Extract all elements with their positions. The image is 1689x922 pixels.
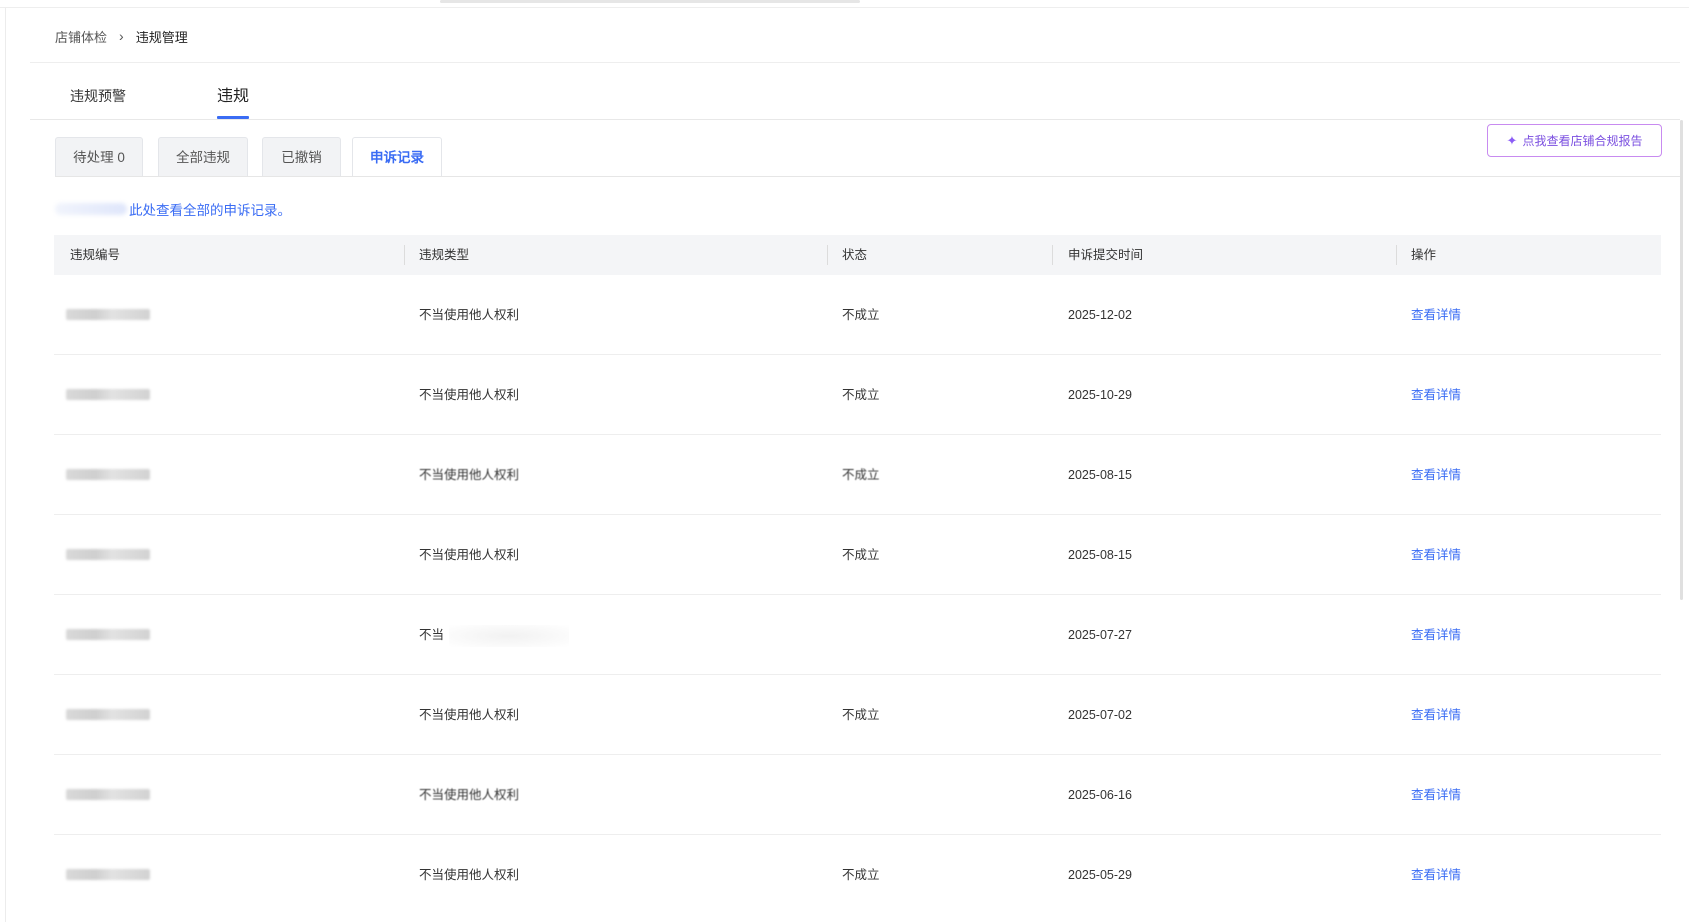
tab-violation-warning[interactable]: 违规预警 [70,86,126,106]
table-row: 不当使用他人权利 2025-06-16 查看详情 [54,755,1661,835]
appeal-status: 不成立 [842,308,880,322]
breadcrumb: 店铺体检 › 违规管理 [55,24,188,48]
header-status: 状态 [842,248,868,262]
page: 店铺体检 › 违规管理 违规预警 违规 待处理 0 全部违规 已撤销 申诉记录 … [0,0,1689,922]
view-details-link[interactable]: 查看详情 [1411,835,1461,883]
breadcrumb-divider [30,62,1680,63]
table-row: 不当使用他人权利 不成立 2025-10-29 查看详情 [54,355,1661,435]
compliance-report-button[interactable]: ✦ 点我查看店铺合规报告 [1487,124,1662,157]
vertical-scrollbar[interactable] [1680,120,1683,600]
top-scroll-strip [0,0,1689,8]
subtab-divider [55,176,1680,177]
submit-date: 2025-08-15 [1068,548,1132,562]
scroll-thumb[interactable] [440,0,860,3]
breadcrumb-current: 违规管理 [135,29,188,45]
submit-date: 2025-07-27 [1068,628,1132,642]
view-details-link[interactable]: 查看详情 [1411,355,1461,435]
violation-id-masked [66,309,150,320]
chevron-right-icon: › [119,28,124,44]
violation-type: 不当使用他人权利 [419,388,520,402]
appeal-status: 不成立 [842,468,880,482]
table-row: 不当 2025-07-27 查看详情 [54,595,1661,675]
violation-type: 不当使用他人权利 [419,468,520,482]
appeal-status: 不成立 [842,708,880,722]
appeal-notice: 此处查看全部的申诉记录。 [55,199,291,219]
view-details-link[interactable]: 查看详情 [1411,755,1461,835]
violation-id-masked [66,549,150,560]
table-header: 违规编号 违规类型 状态 申诉提交时间 操作 [54,235,1661,275]
violation-type: 不当使用他人权利 [419,868,520,882]
submit-date: 2025-07-02 [1068,708,1132,722]
tab-violation[interactable]: 违规 [217,82,250,119]
appeal-status: 不成立 [842,548,880,562]
header-separator [1052,245,1053,265]
view-details-link[interactable]: 查看详情 [1411,595,1461,675]
table-row: 不当使用他人权利 不成立 2025-07-02 查看详情 [54,675,1661,755]
view-details-link[interactable]: 查看详情 [1411,675,1461,755]
violation-type: 不当使用他人权利 [419,308,520,322]
violation-type: 不当 [419,628,445,642]
appeal-status: 不成立 [842,868,880,882]
violation-id-masked [66,789,150,800]
submit-date: 2025-05-29 [1068,868,1132,882]
left-rail-divider [5,8,6,922]
subtab-revoked[interactable]: 已撤销 [262,137,341,177]
table-row: 不当使用他人权利 不成立 2025-12-02 查看详情 [54,275,1661,355]
header-separator [404,245,405,265]
header-actions: 操作 [1411,248,1437,262]
violation-id-masked [66,469,150,480]
subtab-appeal-records[interactable]: 申诉记录 [352,137,442,177]
submit-date: 2025-12-02 [1068,308,1132,322]
table-body: 不当使用他人权利 不成立 2025-12-02 查看详情 不当使用他人权利 不成… [54,275,1661,883]
header-submit-time: 申诉提交时间 [1068,248,1144,262]
header-violation-type: 违规类型 [419,248,470,262]
violation-id-masked [66,869,150,880]
header-separator [827,245,828,265]
notice-blur-mask [55,203,127,215]
appeal-table: 违规编号 违规类型 状态 申诉提交时间 操作 不当使用他人权利 不成立 2025… [54,235,1661,883]
header-violation-id: 违规编号 [70,248,121,262]
table-row: 不当使用他人权利 不成立 2025-05-29 查看详情 [54,835,1661,883]
submit-date: 2025-08-15 [1068,468,1132,482]
table-row: 不当使用他人权利 不成立 2025-08-15 查看详情 [54,435,1661,515]
appeal-status: 不成立 [842,388,880,402]
submit-date: 2025-10-29 [1068,388,1132,402]
subtab-pending[interactable]: 待处理 0 [55,137,143,177]
violation-type: 不当使用他人权利 [419,708,520,722]
view-details-link[interactable]: 查看详情 [1411,275,1461,355]
table-row: 不当使用他人权利 不成立 2025-08-15 查看详情 [54,515,1661,595]
sparkle-icon: ✦ [1506,132,1518,148]
submit-date: 2025-06-16 [1068,788,1132,802]
violation-id-masked [66,709,150,720]
violation-type: 不当使用他人权利 [419,788,520,802]
violation-type: 不当使用他人权利 [419,548,520,562]
violation-id-masked [66,629,150,640]
compliance-report-label: 点我查看店铺合规报告 [1522,134,1643,148]
view-details-link[interactable]: 查看详情 [1411,435,1461,515]
main-tabs: 违规预警 违规 [30,78,1680,120]
notice-text: 此处查看全部的申诉记录。 [129,203,291,218]
blur-smudge [449,625,569,647]
view-details-link[interactable]: 查看详情 [1411,515,1461,595]
violation-id-masked [66,389,150,400]
header-separator [1396,245,1397,265]
subtab-all-violations[interactable]: 全部违规 [158,137,248,177]
breadcrumb-shop-checkup[interactable]: 店铺体检 [55,27,107,46]
